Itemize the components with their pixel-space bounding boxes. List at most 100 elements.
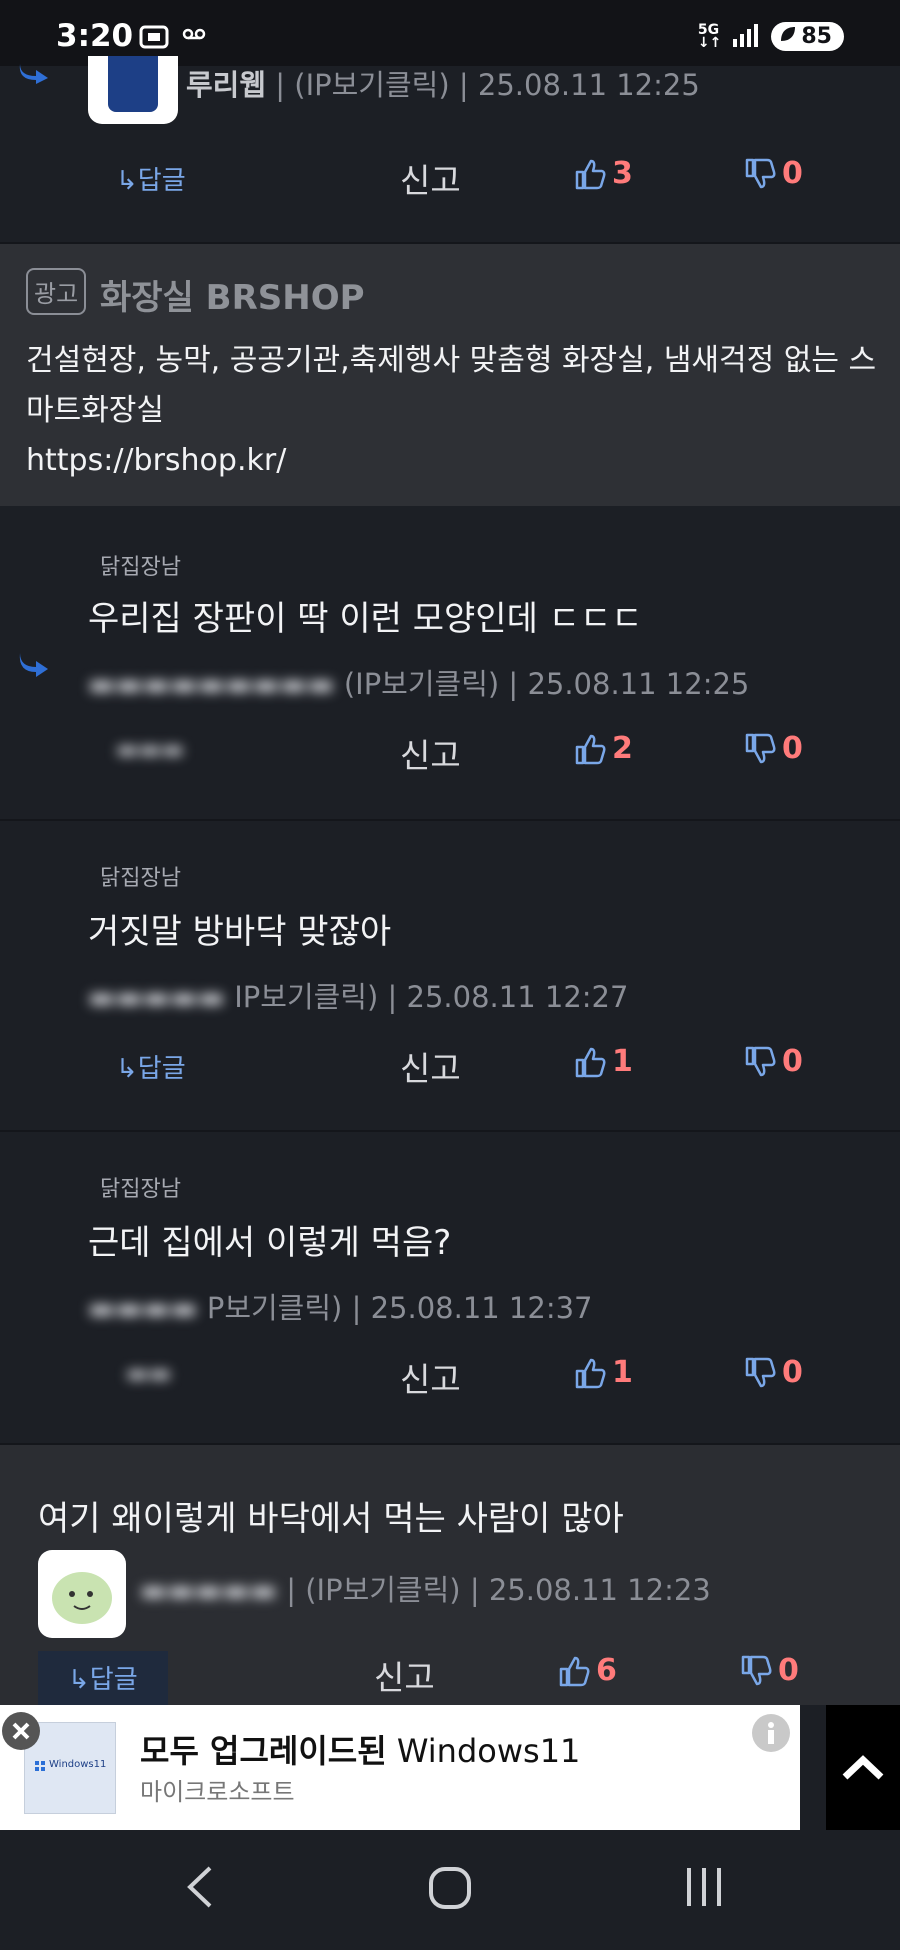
dislike-count: 0 bbox=[782, 1044, 803, 1079]
comment-item: 닭집장남 거짓말 방바닥 맞잖아 ▬▬▬▬▬ IP보기클릭) | 25.08.1… bbox=[0, 820, 900, 1132]
comment-text: 여기 왜이렇게 바닥에서 먹는 사람이 많아 bbox=[38, 1499, 624, 1539]
comment-actions: ↳답글 신고 6 0 bbox=[0, 1651, 900, 1716]
thumbs-up-icon bbox=[559, 1656, 590, 1686]
banner-info-button[interactable] bbox=[752, 1714, 790, 1752]
report-button[interactable]: 신고 bbox=[374, 1651, 435, 1699]
back-button[interactable] bbox=[184, 1864, 214, 1914]
banner-thumb-text: Windows11 bbox=[49, 1759, 107, 1770]
comment-date: 25.08.11 12:27 bbox=[406, 980, 629, 1014]
info-icon bbox=[768, 1722, 774, 1744]
dislike-button[interactable]: 0 bbox=[744, 1044, 803, 1079]
logo-mark-icon bbox=[108, 56, 158, 112]
battery-indicator: 85 bbox=[771, 22, 844, 51]
like-button[interactable]: 1 bbox=[574, 1355, 633, 1390]
dislike-button[interactable]: 0 bbox=[744, 156, 803, 191]
like-button[interactable]: 3 bbox=[574, 156, 633, 191]
reply-arrow-icon bbox=[16, 651, 50, 683]
recents-icon bbox=[687, 1868, 721, 1906]
comment-text: 근데 집에서 이렇게 먹음? bbox=[88, 1223, 452, 1263]
comment-text: 거짓말 방바닥 맞잖아 bbox=[88, 912, 392, 952]
back-icon bbox=[187, 1866, 212, 1908]
comment-item: 닭집장남 우리집 장판이 딱 이런 모양인데 ㄷㄷㄷ ▬▬▬▬▬▬▬▬▬ (IP… bbox=[0, 507, 900, 821]
network-label: 5G bbox=[697, 21, 720, 38]
dislike-count: 0 bbox=[782, 156, 803, 191]
parent-nickname: 닭집장남 bbox=[100, 1177, 181, 1202]
network-5g-icon: 5G ↓↑ bbox=[697, 21, 722, 51]
ip-link[interactable]: (IP보기클릭) bbox=[344, 667, 499, 701]
author-name-blurred: ▬▬▬▬▬ bbox=[88, 980, 225, 1014]
like-button[interactable]: 2 bbox=[574, 731, 633, 766]
like-button[interactable]: 6 bbox=[558, 1653, 617, 1688]
comment-text: 우리집 장판이 딱 이런 모양인데 ㄷㄷㄷ bbox=[88, 599, 643, 639]
comment-actions: ↳답글 신고 1 0 bbox=[0, 1042, 900, 1092]
like-count: 1 bbox=[612, 1044, 633, 1079]
ad-title[interactable]: 화장실 BRSHOP bbox=[100, 270, 365, 319]
avatar-character-icon bbox=[52, 1572, 112, 1624]
reply-button[interactable]: ↳답글 bbox=[116, 160, 186, 197]
ip-link[interactable]: P보기클릭) bbox=[207, 1291, 343, 1325]
like-count: 2 bbox=[612, 731, 633, 766]
home-icon bbox=[429, 1867, 471, 1909]
banner-title-rest: Windows11 bbox=[386, 1732, 581, 1770]
ip-link[interactable]: (IP보기클릭) bbox=[294, 68, 449, 102]
banner-title-bold: 모두 업그레이드된 bbox=[140, 1732, 387, 1770]
ip-link[interactable]: (IP보기클릭) bbox=[305, 1573, 460, 1607]
like-count: 1 bbox=[612, 1355, 633, 1390]
thumbs-down-icon bbox=[745, 158, 776, 188]
avatar bbox=[38, 1550, 126, 1638]
ad-url[interactable]: https://brshop.kr/ bbox=[26, 436, 886, 486]
dislike-count: 0 bbox=[782, 731, 803, 766]
signal-icon bbox=[733, 23, 759, 51]
reply-button-blurred: ▬▬▬ bbox=[116, 735, 185, 763]
ad-text: 건설현장, 농막, 공공기관,축제행사 맞춤형 화장실, 냄새걱정 없는 스마트… bbox=[26, 343, 877, 428]
author-name: 루리웹 bbox=[186, 68, 267, 102]
comment-meta: ▬▬▬▬▬ IP보기클릭) | 25.08.11 12:27 bbox=[88, 980, 629, 1014]
thumbs-down-icon bbox=[741, 1655, 772, 1685]
reply-button[interactable]: ↳답글 bbox=[116, 1048, 186, 1085]
banner-advertiser: 마이크로소프트 bbox=[140, 1778, 295, 1806]
recents-button[interactable] bbox=[684, 1866, 724, 1912]
ad-description: 건설현장, 농막, 공공기관,축제행사 맞춤형 화장실, 냄새걱정 없는 스마트… bbox=[26, 336, 886, 486]
thumbs-up-icon bbox=[575, 734, 606, 764]
system-navigation-bar bbox=[0, 1830, 900, 1950]
ip-link[interactable]: IP보기클릭) bbox=[234, 980, 378, 1014]
comment-meta: ▬▬▬▬ P보기클릭) | 25.08.11 12:37 bbox=[88, 1291, 593, 1325]
ad-badge: 광고 bbox=[26, 268, 87, 315]
report-button[interactable]: 신고 bbox=[400, 729, 461, 777]
screenshot-icon bbox=[138, 24, 170, 54]
chevron-up-icon bbox=[842, 1754, 884, 1780]
dislike-button[interactable]: 0 bbox=[740, 1653, 799, 1688]
dislike-button[interactable]: 0 bbox=[744, 1355, 803, 1390]
thumbs-down-icon bbox=[745, 733, 776, 763]
report-button[interactable]: 신고 bbox=[400, 1042, 461, 1090]
thumbs-down-icon bbox=[745, 1046, 776, 1076]
thumbs-up-icon bbox=[575, 159, 606, 189]
parent-nickname: 닭집장남 bbox=[100, 555, 181, 580]
author-name-blurred: ▬▬▬▬▬▬▬▬▬ bbox=[88, 667, 335, 701]
comment-actions: ▬▬▬ 신고 2 0 bbox=[0, 729, 900, 779]
like-button[interactable]: 1 bbox=[574, 1044, 633, 1079]
parent-nickname: 닭집장남 bbox=[100, 866, 181, 891]
status-time: 3:20 bbox=[56, 18, 134, 54]
report-button[interactable]: 신고 bbox=[400, 154, 461, 202]
leaf-icon bbox=[779, 24, 797, 49]
thumbs-down-icon bbox=[745, 1357, 776, 1387]
thumbs-up-icon bbox=[575, 1358, 606, 1388]
scroll-top-button[interactable] bbox=[826, 1705, 900, 1830]
reply-button-blurred: ▬▬ bbox=[126, 1359, 172, 1387]
author-name-blurred: ▬▬▬▬ bbox=[88, 1291, 198, 1325]
comment-meta: 루리웹 | (IP보기클릭) | 25.08.11 12:25 bbox=[186, 68, 700, 102]
banner-close-button[interactable] bbox=[2, 1712, 40, 1750]
comment-date: 25.08.11 12:37 bbox=[370, 1291, 593, 1325]
comment-date: 25.08.11 12:25 bbox=[477, 68, 700, 102]
banner-title[interactable]: 모두 업그레이드된 Windows11 bbox=[140, 1726, 580, 1772]
dislike-button[interactable]: 0 bbox=[744, 731, 803, 766]
thumbs-up-icon bbox=[575, 1047, 606, 1077]
report-button[interactable]: 신고 bbox=[400, 1353, 461, 1401]
comment-date: 25.08.11 12:25 bbox=[527, 667, 750, 701]
home-button[interactable] bbox=[428, 1866, 472, 1914]
comment-date: 25.08.11 12:23 bbox=[488, 1573, 711, 1607]
comment-item: 루리웹 | (IP보기클릭) | 25.08.11 12:25 ↳답글 신고 3… bbox=[0, 56, 900, 244]
author-name-blurred: ▬▬▬▬▬ bbox=[140, 1573, 277, 1607]
comment-item: 닭집장남 근데 집에서 이렇게 먹음? ▬▬▬▬ P보기클릭) | 25.08.… bbox=[0, 1131, 900, 1445]
